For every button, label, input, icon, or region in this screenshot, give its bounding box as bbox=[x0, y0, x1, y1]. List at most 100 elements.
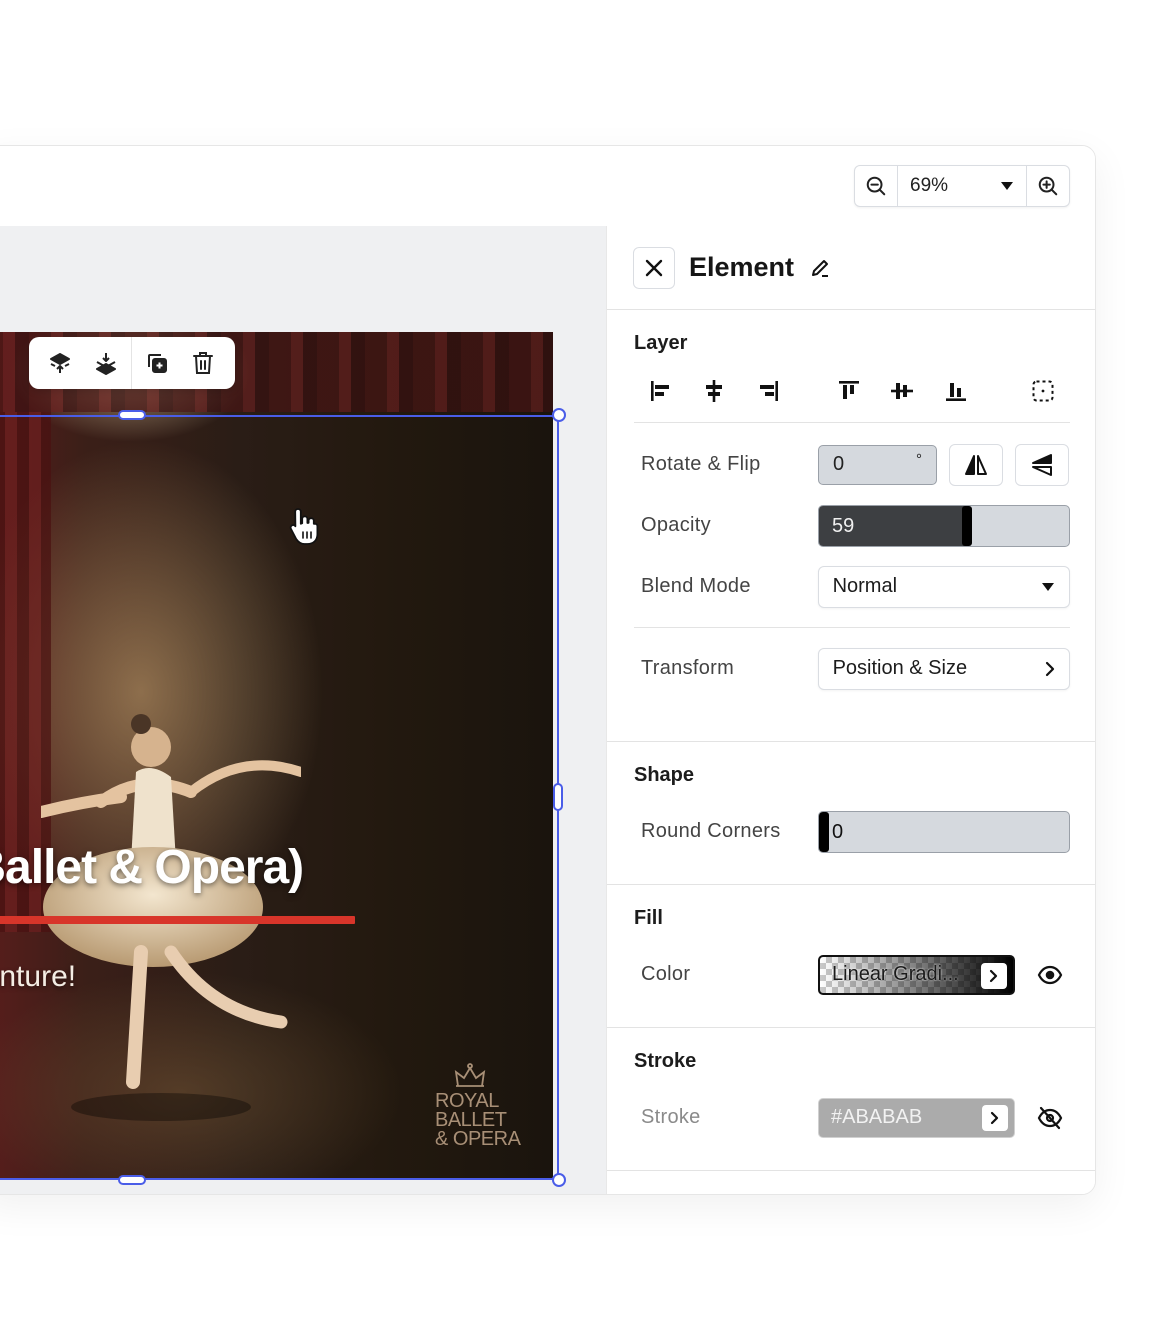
round-corners-label: Round Corners bbox=[641, 820, 781, 842]
rotate-flip-label: Rotate & Flip bbox=[641, 453, 761, 475]
alignment-toolbar bbox=[634, 365, 1070, 423]
opacity-label: Opacity bbox=[641, 514, 711, 536]
stroke-label: Stroke bbox=[641, 1106, 701, 1128]
resize-handle-top[interactable] bbox=[118, 410, 146, 420]
position-size-button[interactable]: Position & Size bbox=[817, 647, 1070, 690]
fill-section: Fill Color Linear Gradi... bbox=[607, 885, 1095, 1028]
toolbar-separator bbox=[131, 337, 132, 389]
flip-horizontal-button[interactable] bbox=[949, 443, 1003, 486]
blend-mode-value: Normal bbox=[832, 575, 898, 597]
crown-icon bbox=[454, 1063, 486, 1087]
align-top-button[interactable] bbox=[822, 371, 875, 411]
align-left-icon bbox=[650, 380, 669, 401]
zoom-value: 69% bbox=[910, 175, 949, 196]
fill-color-open-button[interactable] bbox=[981, 962, 1007, 989]
caret-down-icon bbox=[1001, 182, 1013, 190]
resize-handle-top-right[interactable] bbox=[552, 408, 566, 422]
shape-section: Shape Round Corners 0 bbox=[607, 742, 1095, 885]
panel-header: Element bbox=[607, 226, 1095, 310]
transform-label: Transform bbox=[641, 657, 735, 679]
shape-section-title: Shape bbox=[634, 764, 695, 786]
align-left-button[interactable] bbox=[634, 371, 687, 411]
stroke-color-value: #ABABAB bbox=[831, 1106, 923, 1128]
layer-section-title: Layer bbox=[634, 332, 688, 354]
brand-line-3: & OPERA bbox=[435, 1128, 521, 1150]
degree-unit: ° bbox=[916, 451, 922, 468]
align-right-icon bbox=[759, 380, 778, 401]
opacity-row: Opacity 59 bbox=[634, 495, 1070, 556]
zoom-out-button[interactable] bbox=[855, 166, 897, 206]
layer-divider bbox=[634, 627, 1070, 628]
resize-handle-right[interactable] bbox=[553, 783, 563, 811]
panel-title: Element bbox=[689, 252, 795, 282]
zoom-in-icon bbox=[1038, 176, 1058, 196]
poster-headline[interactable]: al Ballet & Opera) bbox=[0, 840, 304, 895]
opacity-slider[interactable]: 59 bbox=[818, 504, 1070, 547]
stroke-color-picker[interactable]: #ABABAB bbox=[818, 1097, 1015, 1138]
dashed-selection-icon bbox=[1032, 380, 1054, 401]
rotate-value: 0 bbox=[833, 453, 845, 475]
chevron-right-icon bbox=[989, 969, 998, 982]
align-middle-vertical-icon bbox=[891, 382, 914, 399]
canvas-area[interactable]: al Ballet & Opera) dventure! ROYAL BALLE… bbox=[0, 226, 606, 1194]
eye-icon bbox=[1037, 965, 1063, 984]
design-artboard[interactable]: al Ballet & Opera) dventure! ROYAL BALLE… bbox=[0, 332, 553, 1180]
trash-icon bbox=[193, 352, 213, 374]
fill-color-label: Color bbox=[641, 963, 691, 985]
stroke-row: Stroke #ABABAB bbox=[634, 1087, 1070, 1148]
zoom-out-icon bbox=[866, 176, 886, 196]
flip-vertical-icon bbox=[1032, 453, 1052, 476]
flip-vertical-button[interactable] bbox=[1015, 443, 1069, 486]
stroke-visibility-toggle[interactable] bbox=[1037, 1106, 1063, 1130]
opacity-slider-knob[interactable] bbox=[962, 505, 972, 546]
blend-mode-row: Blend Mode Normal bbox=[634, 556, 1070, 617]
editor-window: 69% allet & Opera) nture! ROYAL BALLET &… bbox=[0, 145, 1096, 1195]
flip-horizontal-icon bbox=[965, 454, 987, 475]
pencil-icon bbox=[812, 259, 829, 277]
rename-button[interactable] bbox=[810, 258, 830, 278]
close-panel-button[interactable] bbox=[633, 246, 675, 289]
fill-section-title: Fill bbox=[634, 907, 663, 929]
stroke-section-title: Stroke bbox=[634, 1050, 697, 1072]
poster-tagline[interactable]: dventure! bbox=[0, 960, 76, 994]
headline-underline bbox=[0, 916, 355, 924]
delete-button[interactable] bbox=[180, 343, 226, 383]
blend-mode-select[interactable]: Normal bbox=[817, 565, 1070, 608]
zoom-control: 69% bbox=[854, 165, 1070, 207]
opacity-value: 59 bbox=[832, 514, 855, 537]
element-toolbar bbox=[29, 337, 235, 389]
bring-forward-button[interactable] bbox=[37, 343, 83, 383]
round-corners-slider[interactable]: 0 bbox=[818, 810, 1070, 853]
chevron-right-icon bbox=[990, 1111, 999, 1124]
align-top-icon bbox=[838, 380, 859, 399]
duplicate-icon bbox=[148, 354, 167, 373]
round-corners-slider-knob[interactable] bbox=[819, 811, 829, 852]
resize-handle-bottom-right[interactable] bbox=[552, 1173, 566, 1187]
align-center-horizontal-icon bbox=[706, 379, 723, 402]
chevron-right-icon bbox=[1045, 661, 1055, 676]
rotate-input[interactable]: 0 ° bbox=[818, 444, 937, 485]
align-right-button[interactable] bbox=[741, 371, 794, 411]
send-backward-button[interactable] bbox=[83, 343, 129, 383]
blend-mode-label: Blend Mode bbox=[641, 575, 751, 597]
align-bottom-icon bbox=[945, 382, 966, 401]
brand-logo: ROYAL BALLET & OPERA bbox=[435, 1062, 545, 1149]
fill-visibility-toggle[interactable] bbox=[1037, 965, 1063, 985]
transform-row: Transform Position & Size bbox=[634, 638, 1070, 699]
round-corners-value: 0 bbox=[832, 820, 844, 843]
zoom-in-button[interactable] bbox=[1027, 166, 1069, 206]
zoom-select[interactable]: 69% bbox=[897, 166, 1027, 206]
stroke-color-open-button[interactable] bbox=[982, 1104, 1008, 1131]
align-bottom-button[interactable] bbox=[929, 371, 982, 411]
resize-handle-bottom[interactable] bbox=[118, 1175, 146, 1185]
duplicate-button[interactable] bbox=[134, 343, 180, 383]
fill-color-value: Linear Gradi... bbox=[832, 963, 959, 985]
fill-color-picker[interactable]: Linear Gradi... bbox=[818, 954, 1015, 995]
stroke-section: Stroke Stroke #ABABAB bbox=[607, 1028, 1095, 1171]
rotate-flip-row: Rotate & Flip 0 ° bbox=[634, 434, 1070, 495]
align-center-horizontal-button[interactable] bbox=[687, 371, 740, 411]
align-middle-vertical-button[interactable] bbox=[876, 371, 929, 411]
hand-cursor-icon bbox=[289, 508, 319, 545]
caret-down-icon bbox=[1042, 582, 1054, 591]
select-area-button[interactable] bbox=[1017, 371, 1070, 411]
